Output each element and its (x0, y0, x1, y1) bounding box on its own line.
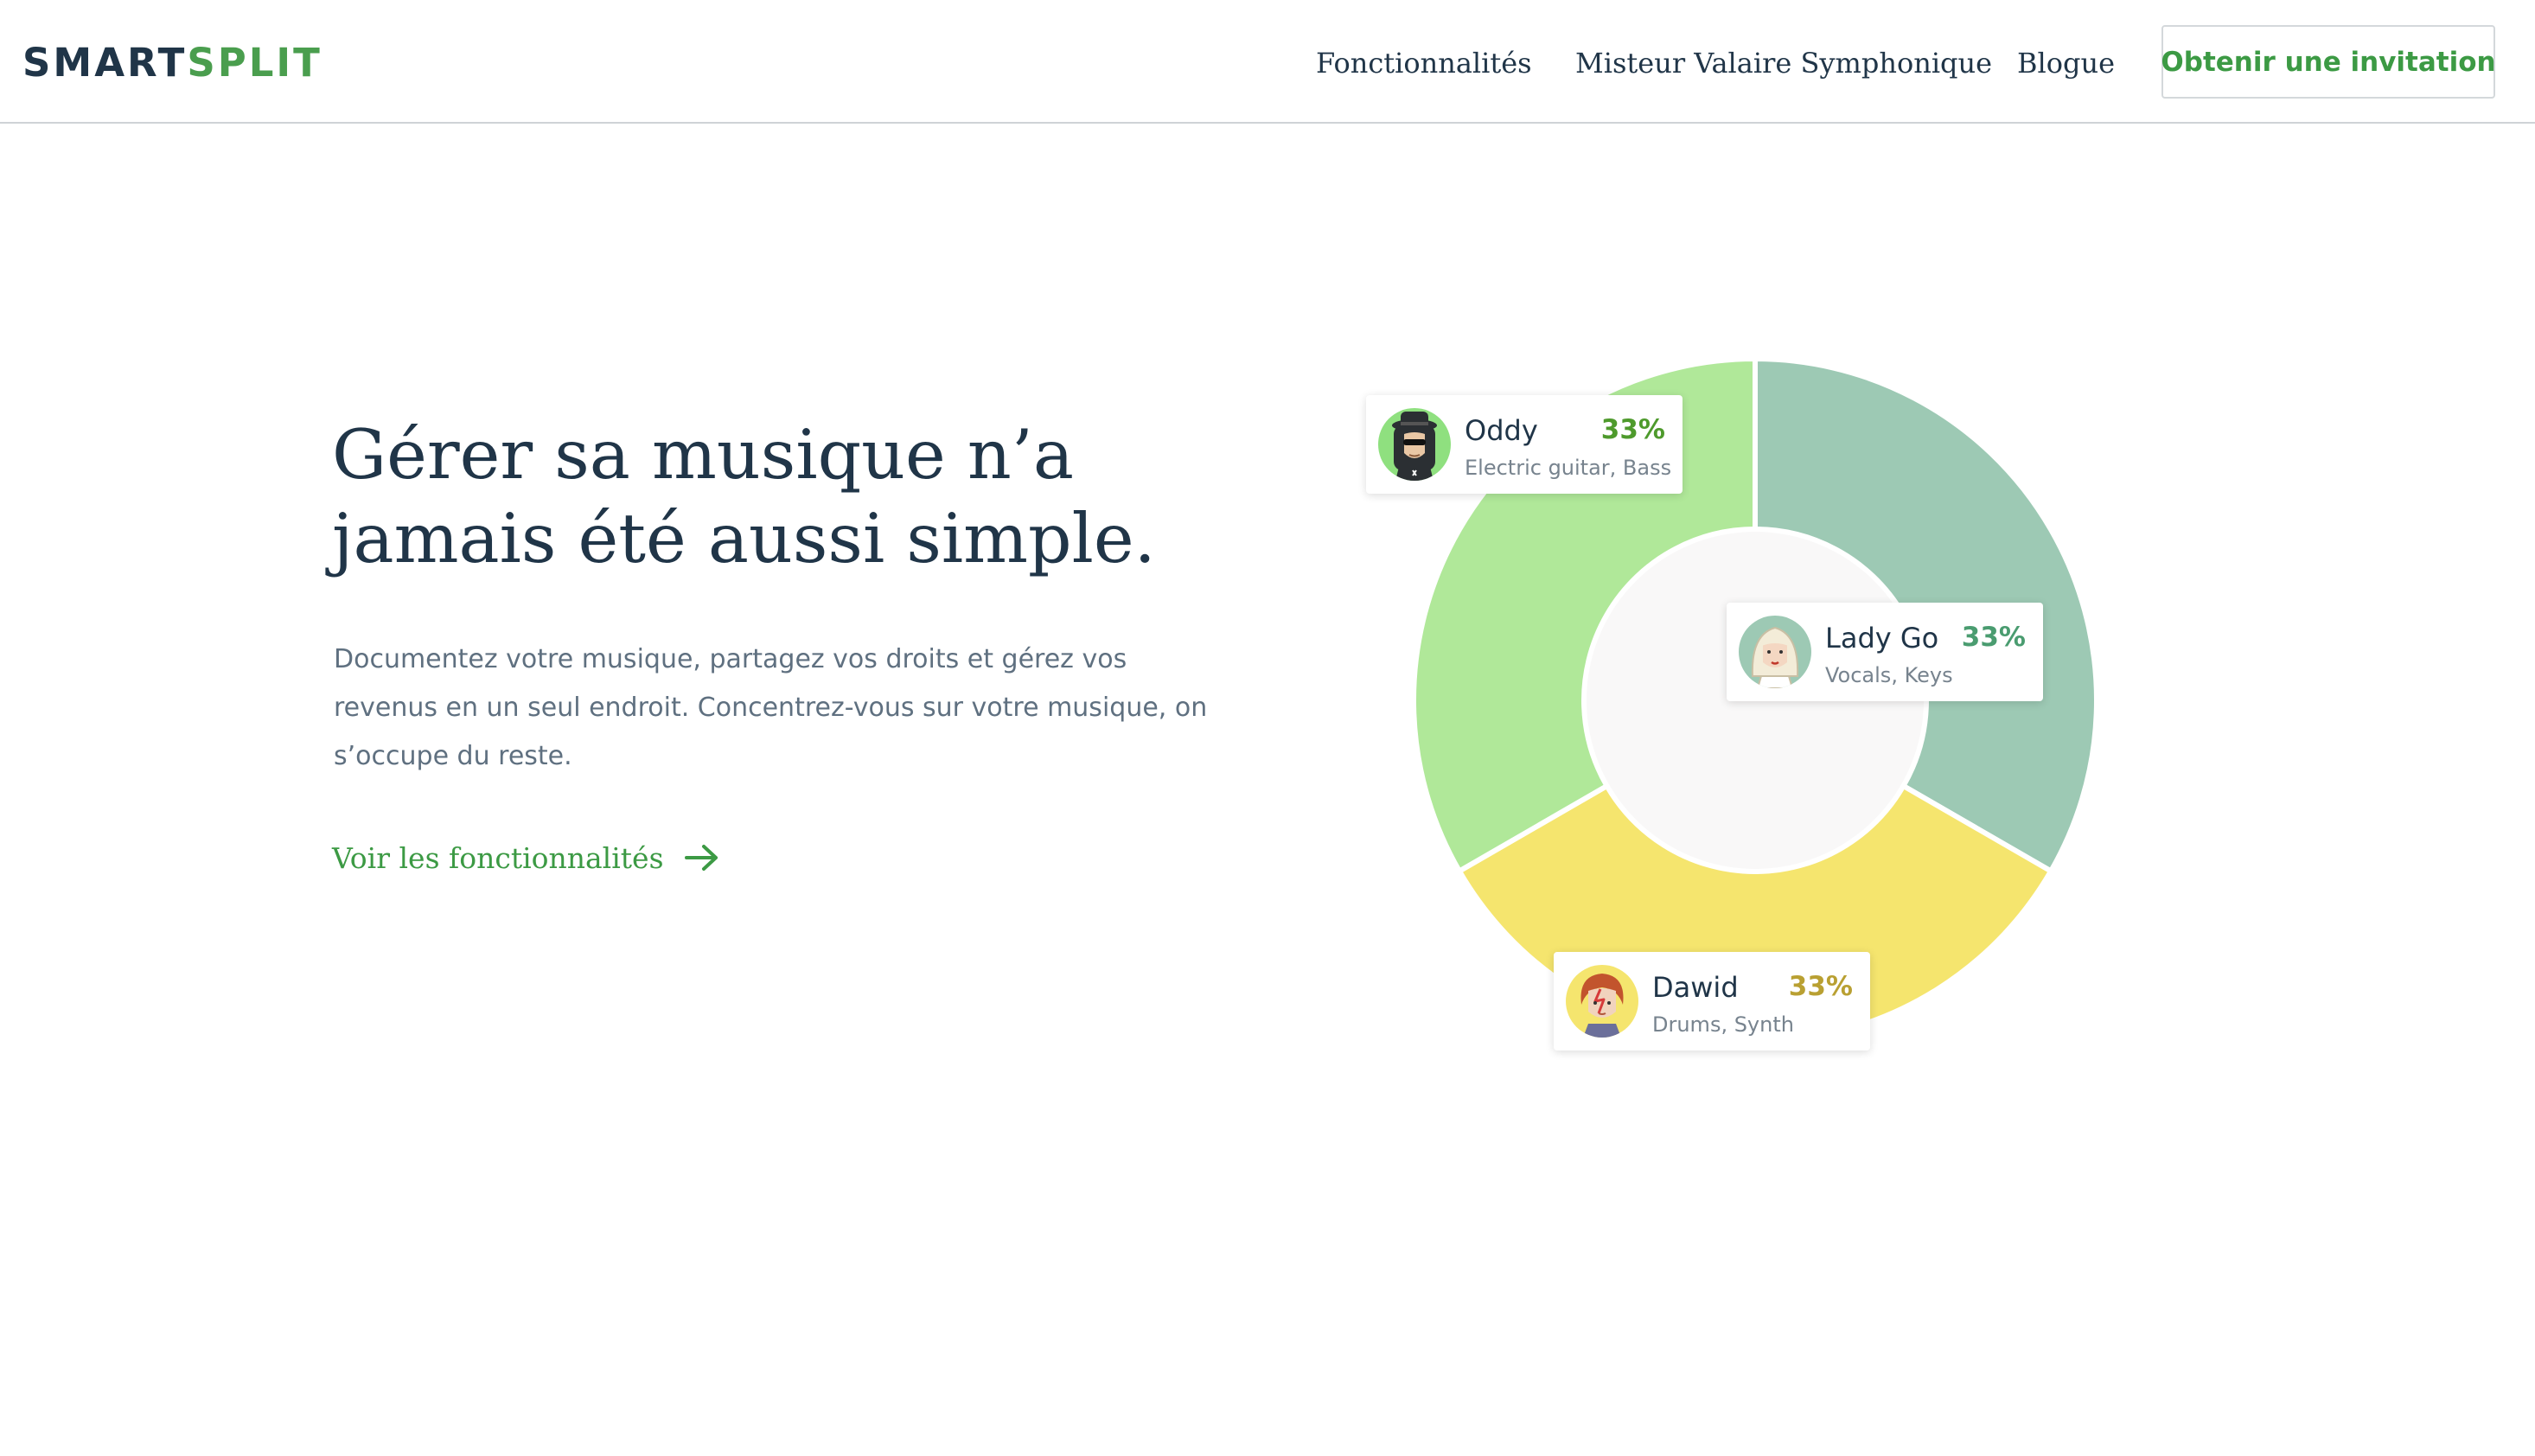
rocker-avatar-icon (1378, 408, 1451, 481)
collaborator-card-lady-go[interactable]: Lady Go 33% Vocals, Keys (1727, 603, 2043, 701)
collaborator-name: Dawid (1652, 971, 1739, 1004)
collaborator-share-percent: 33% (1961, 622, 2026, 653)
singer-avatar-icon (1739, 616, 1811, 688)
collaborator-name: Lady Go (1825, 622, 1939, 655)
smartsplit-logo[interactable]: SMARTSPLIT (22, 40, 322, 86)
logo-part-split: SPLIT (187, 40, 322, 86)
glam-avatar-icon (1566, 965, 1638, 1038)
collaborator-name: Oddy (1465, 414, 1538, 447)
collaborator-roles: Vocals, Keys (1825, 663, 1953, 687)
see-features-label: Voir les fonctionnalités (332, 840, 664, 875)
get-invitation-button[interactable]: Obtenir une invitation (2161, 25, 2496, 99)
collaborator-share-percent: 33% (1788, 971, 1853, 1002)
logo-part-smart: SMART (22, 40, 188, 86)
nav-link-blog[interactable]: Blogue (2017, 42, 2115, 85)
hero-description: Documentez votre musique, partagez vos d… (334, 644, 1208, 771)
collaborator-share-percent: 33% (1600, 414, 1665, 445)
arrow-right-icon (684, 845, 718, 871)
nav-link-features[interactable]: Fonctionnalités (1316, 42, 1532, 85)
see-features-link[interactable]: Voir les fonctionnalités (332, 836, 721, 879)
collaborator-roles: Electric guitar, Bass (1465, 456, 1672, 480)
hero-title-line-2: jamais été aussi simple. (332, 499, 1156, 578)
hero-title: Gérer sa musique n’a jamais été aussi si… (332, 413, 1283, 581)
collaborator-card-oddy[interactable]: Oddy 33% Electric guitar, Bass (1366, 395, 1683, 494)
landing-page: SMARTSPLIT Fonctionnalités Misteur Valai… (0, 0, 2535, 1456)
hero-title-line-1: Gérer sa musique n’a (332, 415, 1075, 495)
nav-link-misteur-valaire[interactable]: Misteur Valaire Symphonique (1575, 42, 1992, 85)
collaborator-roles: Drums, Synth (1652, 1012, 1794, 1037)
collaborator-card-dawid[interactable]: Dawid 33% Drums, Synth (1554, 952, 1870, 1050)
site-header: SMARTSPLIT Fonctionnalités Misteur Valai… (0, 0, 2535, 124)
